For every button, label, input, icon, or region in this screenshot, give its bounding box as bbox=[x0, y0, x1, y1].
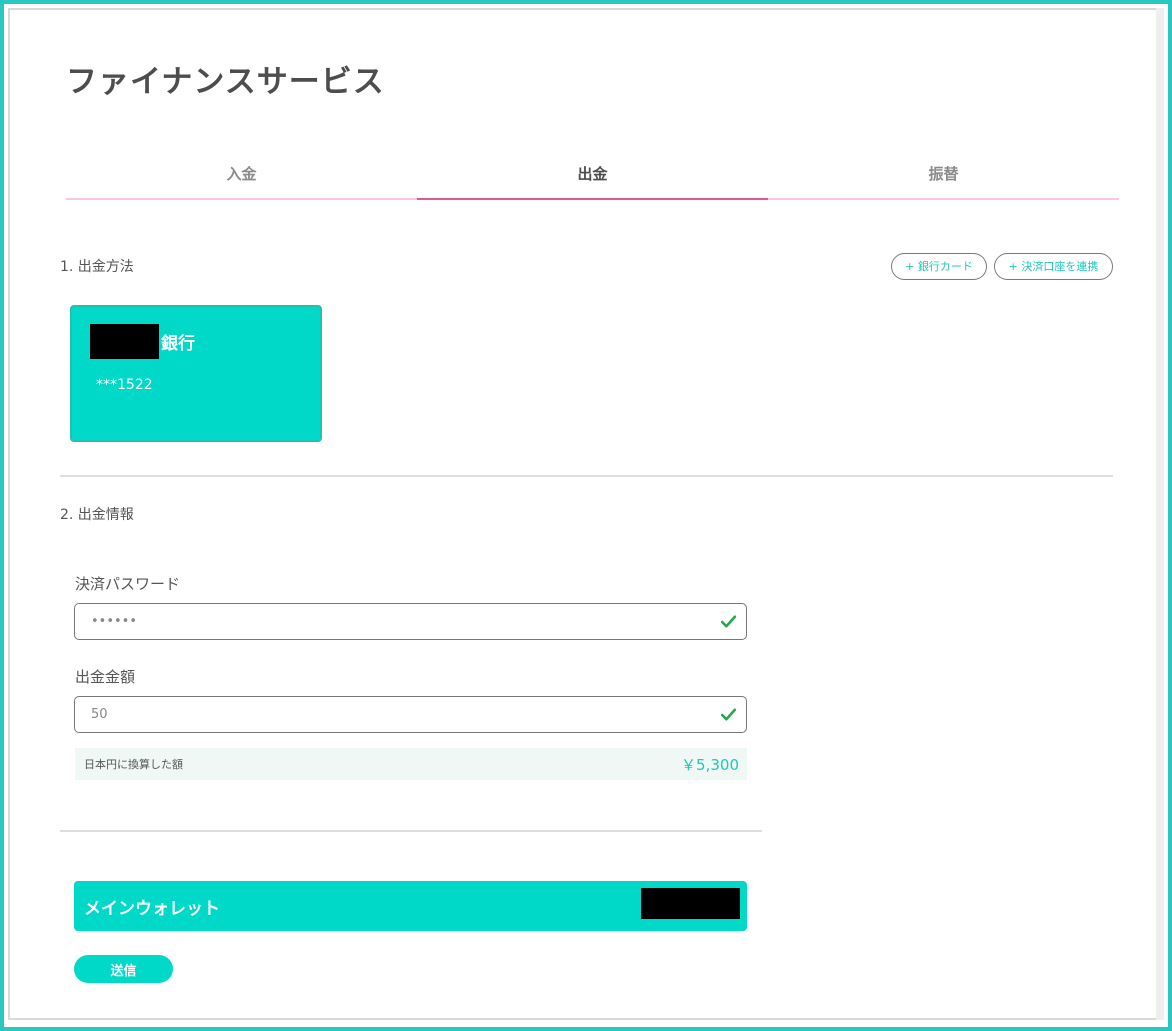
bank-card[interactable]: 銀行 ***1522 bbox=[70, 305, 322, 442]
redacted-bank-name bbox=[90, 324, 159, 359]
withdrawal-method-label: 1. 出金方法 bbox=[60, 259, 134, 275]
add-bank-card-button[interactable]: + 銀行カード bbox=[891, 253, 987, 280]
section-divider bbox=[60, 830, 762, 832]
withdrawal-amount-input[interactable] bbox=[91, 697, 691, 732]
check-icon bbox=[720, 708, 737, 721]
tab-withdrawal[interactable]: 出金 bbox=[417, 150, 768, 200]
jpy-conversion-label: 日本円に換算した額 bbox=[84, 758, 183, 771]
payment-password-field[interactable] bbox=[74, 603, 747, 640]
submit-button[interactable]: 送信 bbox=[74, 955, 173, 983]
card-number: ***1522 bbox=[96, 377, 153, 393]
bank-suffix: 銀行 bbox=[161, 334, 195, 354]
main-wallet-label: メインウォレット bbox=[84, 899, 220, 919]
withdrawal-amount-field[interactable] bbox=[74, 696, 747, 733]
page-container: ファイナンスサービス 入金 出金 振替 1. 出金方法 + 銀行カード + 決済… bbox=[8, 8, 1160, 1020]
app-frame: ファイナンスサービス 入金 出金 振替 1. 出金方法 + 銀行カード + 決済… bbox=[0, 0, 1172, 1031]
tab-bar: 入金 出金 振替 bbox=[66, 150, 1119, 200]
scrollbar-track[interactable] bbox=[1156, 8, 1164, 1020]
section-divider bbox=[60, 475, 1113, 477]
jpy-conversion-row: 日本円に換算した額 ￥5,300 bbox=[75, 748, 747, 780]
payment-password-label: 決済パスワード bbox=[75, 575, 181, 593]
bank-name: 銀行 bbox=[90, 324, 195, 359]
withdrawal-amount-label: 出金金額 bbox=[75, 668, 136, 686]
main-wallet-selector[interactable]: メインウォレット bbox=[74, 881, 747, 931]
tab-transfer[interactable]: 振替 bbox=[768, 150, 1119, 198]
redacted-wallet-balance bbox=[641, 888, 740, 919]
tab-deposit[interactable]: 入金 bbox=[66, 150, 417, 198]
check-icon bbox=[720, 615, 737, 628]
page-title: ファイナンスサービス bbox=[66, 64, 385, 100]
jpy-conversion-value: ￥5,300 bbox=[681, 756, 739, 774]
link-payment-account-button[interactable]: + 決済口座を連携 bbox=[994, 253, 1113, 280]
withdrawal-info-label: 2. 出金情報 bbox=[60, 507, 134, 523]
payment-password-input[interactable] bbox=[91, 604, 691, 639]
